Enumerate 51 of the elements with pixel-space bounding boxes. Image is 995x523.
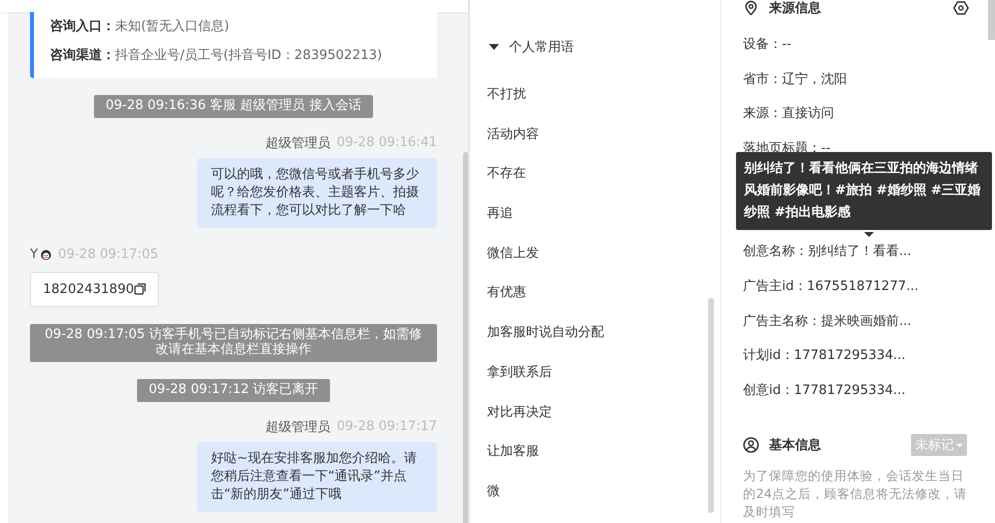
sender-name: Y: [30, 247, 38, 262]
tooltip: 别纠结了！看看他俩在三亚拍的海边情绪风婚前影像吧！#旅拍 #婚纱照 #三亚婚纱照 #拍出电影感: [736, 152, 992, 230]
phrase-item[interactable]: 有优惠: [487, 273, 720, 314]
info-row-text: 来源：直接访问: [743, 105, 835, 124]
field-label: 咨询渠道：: [50, 48, 115, 63]
message-time: 09-28 09:16:41: [336, 135, 437, 150]
caret-icon: [956, 442, 963, 448]
message-bubble: 好哒~现在安排客服加您介绍哈。请您稍后注意查看一下“通讯录”并点击“新的朋友”通过下哦: [197, 442, 437, 512]
field-value: 抖音企业号/员工号(抖音号ID：2839502213): [115, 48, 382, 63]
scrollbar[interactable]: [988, 0, 995, 40]
message-time: 09-28 09:17:05: [58, 247, 158, 262]
phrase-item[interactable]: 再追: [487, 194, 720, 234]
system-notice: 09-28 09:17:05 访客手机号已自动标记右侧基本信息栏，如需修改请在基本信息栏直接操作: [30, 324, 437, 362]
info-row-text: 创意id：177817295334...: [743, 382, 907, 400]
system-notice: 09-28 09:16:36 客服 超级管理员 接入会话: [94, 95, 374, 118]
section-title: 来源信息: [769, 0, 822, 17]
field-label: 咨询入口：: [50, 19, 115, 34]
phrase-item[interactable]: 活动内容: [487, 114, 720, 154]
phrase-item[interactable]: 不打扰: [487, 75, 720, 115]
message-time: 09-28 09:17:17: [336, 419, 437, 434]
settings-icon[interactable]: [953, 0, 969, 16]
field-value: 未知(暂无入口信息): [115, 19, 230, 34]
user-icon: [743, 437, 759, 454]
location-pin-icon: [743, 0, 759, 16]
scrollbar[interactable]: [463, 152, 468, 523]
info-row-text: 计划id：177817295334...: [743, 347, 907, 366]
phone-number: 18202431890: [43, 282, 134, 297]
info-row-text: 省市：辽宁，沈阳: [743, 70, 848, 89]
section-title: 基本信息: [769, 437, 822, 454]
sender-name: 超级管理员: [266, 134, 331, 152]
copy-icon[interactable]: [134, 283, 146, 296]
notice-text: 为了保障您的使用体验，会话发生当日的24点之后，顾客信息将无法修改，请及时填写: [743, 467, 968, 522]
info-row-text: 设备：--: [743, 36, 792, 54]
info-row-text: 广告主名称：提米映画婚前...: [743, 312, 912, 331]
phrase-item[interactable]: 对比再决定: [487, 392, 720, 432]
message-bubble: 可以的哦，您微信号或者手机号多少呢？给您发价格表、主题客片、拍摄流程看下，您可以对比了解一下哈: [197, 158, 437, 228]
info-row-text: 广告主id：167551871277...: [743, 278, 920, 296]
system-notice: 09-28 09:17:12 访客已离开: [136, 378, 330, 402]
scrollbar[interactable]: [708, 298, 714, 513]
phrase-item[interactable]: 拿到联系后: [487, 352, 720, 392]
info-row-text: 创意名称：别纠结了！看看...: [743, 243, 912, 262]
phrase-item[interactable]: 微: [487, 472, 720, 512]
avatar-icon: [40, 248, 52, 261]
phrase-item[interactable]: 微信上发: [487, 234, 720, 274]
phrase-item[interactable]: 让加客服: [487, 432, 720, 472]
group-title: 个人常用语: [509, 39, 574, 56]
tooltip-arrow: [864, 232, 874, 237]
phrase-item[interactable]: 加客服时说自动分配: [487, 313, 720, 353]
phrase-group-header[interactable]: 个人常用语: [489, 37, 720, 57]
sender-name: 超级管理员: [266, 418, 331, 436]
phrase-item[interactable]: 不存在: [487, 154, 720, 194]
